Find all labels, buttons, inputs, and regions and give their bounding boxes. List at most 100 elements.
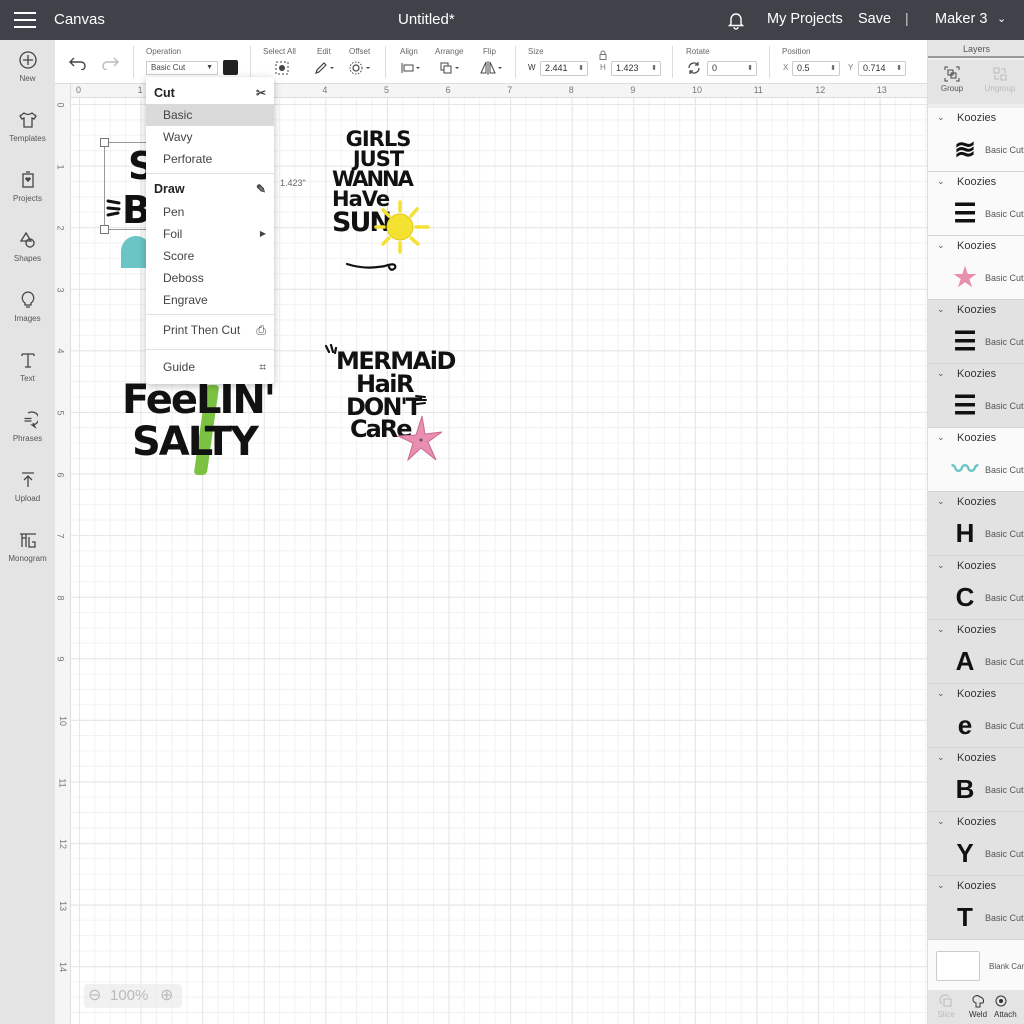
- resize-handle[interactable]: [100, 225, 109, 234]
- resize-handle[interactable]: [100, 138, 109, 147]
- sidebar-item-new[interactable]: New: [0, 50, 55, 83]
- stepper-icon[interactable]: ⬍: [896, 62, 902, 75]
- zoom-out-icon[interactable]: ⊖: [88, 984, 101, 1008]
- chevron-down-icon[interactable]: ⌄: [937, 688, 945, 699]
- height-input[interactable]: 1.423 ⬍: [611, 61, 661, 76]
- chevron-down-icon[interactable]: ⌄: [937, 624, 945, 635]
- zoom-in-icon[interactable]: ⊕: [160, 984, 173, 1008]
- layer-row[interactable]: ⌄ Koozies B Basic Cut: [928, 748, 1024, 812]
- attach-button[interactable]: Attach: [994, 994, 1024, 1019]
- align-icon[interactable]: [400, 61, 424, 75]
- chevron-down-icon[interactable]: ⌄: [937, 112, 945, 123]
- stepper-icon[interactable]: ⬍: [578, 62, 584, 75]
- group-label: Group: [940, 84, 964, 93]
- chevron-down-icon[interactable]: ⌄: [937, 816, 945, 827]
- flip-icon[interactable]: [479, 61, 505, 75]
- slice-button[interactable]: Slice: [930, 994, 962, 1019]
- operation-label: Operation: [146, 47, 182, 56]
- select-all-icon[interactable]: [274, 60, 290, 76]
- x-position-input[interactable]: 0.5 ⬍: [792, 61, 840, 76]
- layer-row[interactable]: ⌄ Koozies 〰 Basic Cut: [928, 428, 1024, 492]
- chevron-down-icon[interactable]: ⌄: [937, 880, 945, 891]
- chevron-down-icon[interactable]: ⌄: [937, 176, 945, 187]
- layer-row[interactable]: ⌄ Koozies ≋ Basic Cut: [928, 108, 1024, 172]
- layer-row[interactable]: ⌄ Koozies Y Basic Cut: [928, 812, 1024, 876]
- bell-icon[interactable]: [726, 10, 746, 30]
- ruler-tick-label: 13: [876, 85, 887, 95]
- rotate-input[interactable]: 0 ⬍: [707, 61, 757, 76]
- chevron-down-icon[interactable]: ⌄: [997, 12, 1006, 25]
- layer-row[interactable]: ⌄ Koozies T Basic Cut: [928, 876, 1024, 940]
- chevron-down-icon[interactable]: ⌄: [937, 752, 945, 763]
- menu-item-basic[interactable]: Basic: [146, 104, 274, 126]
- dash-accent-graphic: [415, 395, 427, 405]
- blank-canvas-layer[interactable]: Blank Canvas: [928, 940, 1024, 990]
- operation-select[interactable]: Basic Cut ▼: [146, 61, 218, 75]
- undo-icon[interactable]: [69, 56, 87, 70]
- menu-item-foil[interactable]: Foil ▶: [146, 223, 274, 245]
- chevron-down-icon[interactable]: ⌄: [937, 240, 945, 251]
- chevron-down-icon[interactable]: ⌄: [937, 368, 945, 379]
- save-button[interactable]: Save: [858, 11, 891, 27]
- sidebar-item-text[interactable]: Text: [0, 350, 55, 383]
- ruler-tick-label: 12: [815, 85, 826, 95]
- layer-row[interactable]: ⌄ Koozies C Basic Cut: [928, 556, 1024, 620]
- menu-item-engrave[interactable]: Engrave: [146, 289, 274, 311]
- stepper-icon[interactable]: ⬍: [830, 62, 836, 75]
- ungroup-button[interactable]: Ungroup: [976, 66, 1024, 93]
- sidebar-item-phrases[interactable]: Phrases: [0, 410, 55, 443]
- layer-row[interactable]: ⌄ Koozies ★ Basic Cut: [928, 236, 1024, 300]
- menu-item-guide[interactable]: Guide ⌗: [146, 356, 274, 378]
- sidebar-item-shapes[interactable]: Shapes: [0, 230, 55, 263]
- layer-name: Koozies: [957, 752, 997, 764]
- offset-icon[interactable]: [349, 61, 373, 75]
- layer-row[interactable]: ⌄ Koozies ☰ Basic Cut: [928, 172, 1024, 236]
- menu-item-perforate[interactable]: Perforate: [146, 148, 274, 170]
- arrange-icon[interactable]: [439, 61, 463, 75]
- menu-item-wavy[interactable]: Wavy: [146, 126, 274, 148]
- menu-item-print-then-cut[interactable]: Print Then Cut ⎙: [146, 319, 274, 341]
- document-title[interactable]: Untitled*: [398, 11, 455, 28]
- ungroup-label: Ungroup: [984, 84, 1016, 93]
- width-input[interactable]: 2.441 ⬍: [540, 61, 588, 76]
- y-position-input[interactable]: 0.714 ⬍: [858, 61, 906, 76]
- layer-operation: Basic Cut: [985, 721, 1024, 731]
- stepper-icon[interactable]: ⬍: [747, 62, 753, 75]
- blank-canvas-swatch[interactable]: [936, 951, 980, 981]
- sidebar-item-label: Text: [20, 374, 35, 383]
- layer-row[interactable]: ⌄ Koozies A Basic Cut: [928, 620, 1024, 684]
- layer-row[interactable]: ⌄ Koozies ☰ Basic Cut: [928, 300, 1024, 364]
- stepper-icon[interactable]: ⬍: [651, 62, 657, 75]
- chevron-down-icon[interactable]: ⌄: [937, 560, 945, 571]
- chevron-down-icon[interactable]: ⌄: [937, 496, 945, 507]
- sidebar-item-projects[interactable]: Projects: [0, 170, 55, 203]
- sidebar-item-label: Images: [14, 314, 41, 323]
- chevron-down-icon[interactable]: ⌄: [937, 432, 945, 443]
- menu-item-score[interactable]: Score: [146, 245, 274, 267]
- sidebar-item-templates[interactable]: Templates: [0, 110, 55, 143]
- layer-row[interactable]: ⌄ Koozies ☰ Basic Cut: [928, 364, 1024, 428]
- chevron-down-icon[interactable]: ⌄: [937, 304, 945, 315]
- sidebar-item-upload[interactable]: Upload: [0, 470, 55, 503]
- sidebar-item-images[interactable]: Images: [0, 290, 55, 323]
- group-button[interactable]: Group: [928, 66, 976, 93]
- my-projects-link[interactable]: My Projects: [767, 11, 843, 27]
- ruler-tick-label: 5: [55, 410, 66, 416]
- sidebar-item-monogram[interactable]: Monogram: [0, 530, 55, 563]
- lock-icon[interactable]: [598, 50, 608, 60]
- hamburger-menu-icon[interactable]: [14, 12, 36, 28]
- machine-selector[interactable]: Maker 3: [935, 11, 987, 27]
- design-text-line: SALTY: [132, 419, 259, 465]
- rotate-icon: [688, 62, 700, 74]
- pencil-edit-icon[interactable]: [314, 61, 336, 75]
- menu-item-deboss[interactable]: Deboss: [146, 267, 274, 289]
- operation-color-swatch[interactable]: [223, 60, 238, 75]
- layer-row[interactable]: ⌄ Koozies e Basic Cut: [928, 684, 1024, 748]
- print-then-cut-label: Print Then Cut: [163, 323, 241, 337]
- layer-name: Koozies: [957, 560, 997, 572]
- toolbar-divider: [385, 46, 386, 78]
- menu-item-pen[interactable]: Pen: [146, 201, 274, 223]
- redo-icon[interactable]: [101, 56, 119, 70]
- layer-row[interactable]: ⌄ Koozies H Basic Cut: [928, 492, 1024, 556]
- weld-button[interactable]: Weld: [962, 994, 994, 1019]
